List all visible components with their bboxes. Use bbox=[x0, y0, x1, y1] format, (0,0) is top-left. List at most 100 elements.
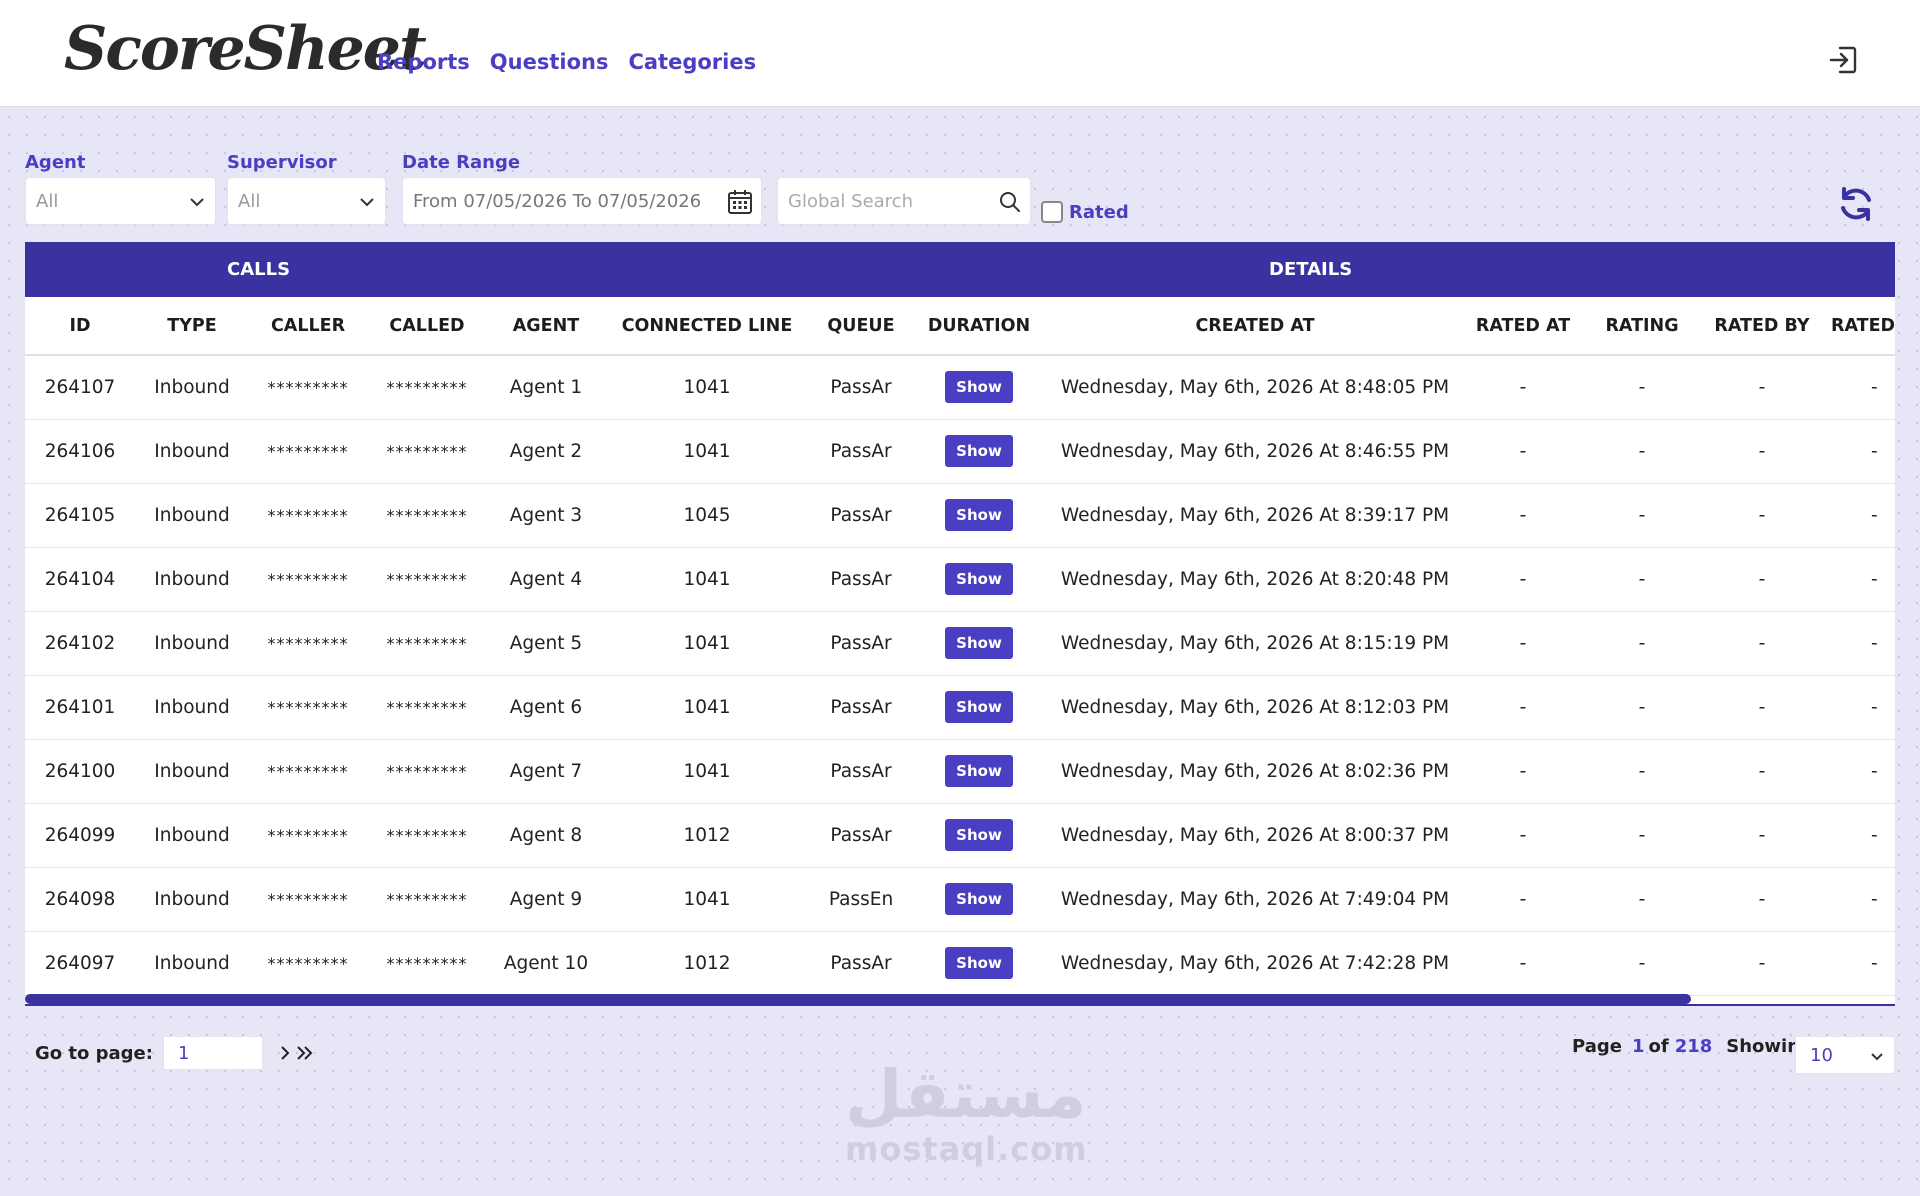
table-row[interactable]: 264100 Inbound ********* ********* Agent 7 10… bbox=[25, 739, 1895, 804]
calendar-icon[interactable] bbox=[727, 189, 753, 215]
cell-duration: Show bbox=[913, 483, 1045, 548]
cell-caller: ********* bbox=[249, 611, 367, 676]
global-search-placeholder: Global Search bbox=[788, 191, 913, 212]
rated-label[interactable]: Rated bbox=[1069, 202, 1129, 223]
cell-rated-at: - bbox=[1465, 611, 1581, 676]
cell-caller: ********* bbox=[249, 931, 367, 996]
agent-select[interactable]: All bbox=[25, 177, 216, 225]
cell-rating: - bbox=[1581, 739, 1703, 804]
date-range-input[interactable]: From 07/05/2026 To 07/05/2026 bbox=[402, 177, 762, 225]
show-duration-button[interactable]: Show bbox=[945, 755, 1013, 787]
cell-rated: - bbox=[1821, 867, 1895, 932]
app-logo[interactable]: ScoreSheet bbox=[64, 14, 427, 84]
cell-caller: ********* bbox=[249, 739, 367, 804]
cell-rated: - bbox=[1821, 483, 1895, 548]
show-duration-button[interactable]: Show bbox=[945, 563, 1013, 595]
cell-id: 264099 bbox=[25, 803, 135, 868]
rated-filter: Rated bbox=[1041, 201, 1129, 223]
cell-agent: Agent 5 bbox=[487, 611, 605, 676]
nav-categories[interactable]: Categories bbox=[628, 50, 756, 74]
col-queue[interactable]: QUEUE bbox=[809, 297, 913, 356]
main-nav: Reports Questions Categories bbox=[377, 50, 756, 74]
next-page-icon[interactable] bbox=[277, 1043, 293, 1063]
col-agent[interactable]: AGENT bbox=[487, 297, 605, 356]
logout-icon[interactable] bbox=[1825, 42, 1861, 78]
cell-created-at: Wednesday, May 6th, 2026 At 7:42:28 PM bbox=[1045, 931, 1465, 996]
show-duration-button[interactable]: Show bbox=[945, 499, 1013, 531]
col-connected-line[interactable]: CONNECTED LINE bbox=[605, 297, 809, 356]
col-caller[interactable]: CALLER bbox=[249, 297, 367, 356]
table-group-header: CALLS DETAILS bbox=[25, 242, 1895, 297]
horizontal-scrollbar[interactable] bbox=[25, 994, 1895, 1006]
col-rated-at[interactable]: RATED AT bbox=[1465, 297, 1581, 356]
cell-type: Inbound bbox=[135, 547, 249, 612]
table-row[interactable]: 264104 Inbound ********* ********* Agent 4 10… bbox=[25, 547, 1895, 612]
show-duration-button[interactable]: Show bbox=[945, 435, 1013, 467]
cell-queue: PassAr bbox=[809, 675, 913, 740]
search-icon[interactable] bbox=[998, 190, 1022, 214]
col-rated-by[interactable]: RATED BY bbox=[1703, 297, 1821, 356]
show-duration-button[interactable]: Show bbox=[945, 627, 1013, 659]
page-size-select[interactable]: 10 bbox=[1795, 1036, 1895, 1074]
show-duration-button[interactable]: Show bbox=[945, 883, 1013, 915]
cell-connected-line: 1041 bbox=[605, 355, 809, 420]
table-row[interactable]: 264101 Inbound ********* ********* Agent 6 10… bbox=[25, 675, 1895, 740]
goto-page-input[interactable]: 1 bbox=[162, 1036, 263, 1070]
table-row[interactable]: 264098 Inbound ********* ********* Agent 9 10… bbox=[25, 867, 1895, 932]
cell-connected-line: 1045 bbox=[605, 483, 809, 548]
cell-rated-at: - bbox=[1465, 867, 1581, 932]
cell-rated-by: - bbox=[1703, 675, 1821, 740]
cell-type: Inbound bbox=[135, 803, 249, 868]
show-duration-button[interactable]: Show bbox=[945, 819, 1013, 851]
col-called[interactable]: CALLED bbox=[367, 297, 487, 356]
cell-id: 264097 bbox=[25, 931, 135, 996]
table-row[interactable]: 264102 Inbound ********* ********* Agent 5 10… bbox=[25, 611, 1895, 676]
show-duration-button[interactable]: Show bbox=[945, 947, 1013, 979]
show-duration-button[interactable]: Show bbox=[945, 371, 1013, 404]
cell-type: Inbound bbox=[135, 739, 249, 804]
cell-rated: - bbox=[1821, 803, 1895, 868]
col-rated[interactable]: RATED bbox=[1821, 297, 1895, 356]
last-page-icon[interactable] bbox=[295, 1043, 315, 1063]
nav-reports[interactable]: Reports bbox=[377, 50, 470, 74]
table-row[interactable]: 264099 Inbound ********* ********* Agent 8 10… bbox=[25, 803, 1895, 868]
show-duration-button[interactable]: Show bbox=[945, 691, 1013, 723]
cell-rated: - bbox=[1821, 931, 1895, 996]
cell-duration: Show bbox=[913, 931, 1045, 996]
supervisor-filter-label: Supervisor bbox=[227, 152, 337, 173]
col-rating[interactable]: RATING bbox=[1581, 297, 1703, 356]
cell-connected-line: 1041 bbox=[605, 675, 809, 740]
table-row[interactable]: 264106 Inbound ********* ********* Agent 2 10… bbox=[25, 419, 1895, 484]
cell-queue: PassAr bbox=[809, 483, 913, 548]
refresh-icon[interactable] bbox=[1836, 184, 1876, 224]
cell-rated: - bbox=[1821, 355, 1895, 420]
cell-created-at: Wednesday, May 6th, 2026 At 8:20:48 PM bbox=[1045, 547, 1465, 612]
cell-rating: - bbox=[1581, 483, 1703, 548]
supervisor-select-value: All bbox=[238, 191, 261, 212]
col-created-at[interactable]: CREATED AT bbox=[1045, 297, 1465, 356]
cell-caller: ********* bbox=[249, 419, 367, 484]
nav-questions[interactable]: Questions bbox=[490, 50, 609, 74]
col-duration[interactable]: DURATION bbox=[913, 297, 1045, 356]
cell-queue: PassAr bbox=[809, 419, 913, 484]
total-pages: 218 bbox=[1674, 1036, 1713, 1057]
col-type[interactable]: TYPE bbox=[135, 297, 249, 356]
global-search-input[interactable]: Global Search bbox=[777, 177, 1031, 225]
supervisor-select[interactable]: All bbox=[227, 177, 386, 225]
rated-checkbox[interactable] bbox=[1041, 201, 1063, 223]
cell-caller: ********* bbox=[249, 355, 367, 420]
cell-agent: Agent 1 bbox=[487, 355, 605, 420]
calls-grid: ID TYPE CALLER CALLED AGENT CONNECTED LI… bbox=[25, 297, 1895, 996]
cell-created-at: Wednesday, May 6th, 2026 At 8:48:05 PM bbox=[1045, 355, 1465, 420]
cell-id: 264100 bbox=[25, 739, 135, 804]
table-row[interactable]: 264097 Inbound ********* ********* Agent 10 1… bbox=[25, 931, 1895, 996]
cell-type: Inbound bbox=[135, 419, 249, 484]
watermark: مستقل mostaql.com bbox=[845, 1060, 1087, 1169]
cell-rated: - bbox=[1821, 675, 1895, 740]
scrollbar-thumb[interactable] bbox=[25, 994, 1691, 1004]
table-row[interactable]: 264107 Inbound ********* ********* Agent 1 10… bbox=[25, 355, 1895, 420]
col-id[interactable]: ID bbox=[25, 297, 135, 356]
cell-created-at: Wednesday, May 6th, 2026 At 8:12:03 PM bbox=[1045, 675, 1465, 740]
table-row[interactable]: 264105 Inbound ********* ********* Agent 3 10… bbox=[25, 483, 1895, 548]
cell-rated-at: - bbox=[1465, 483, 1581, 548]
